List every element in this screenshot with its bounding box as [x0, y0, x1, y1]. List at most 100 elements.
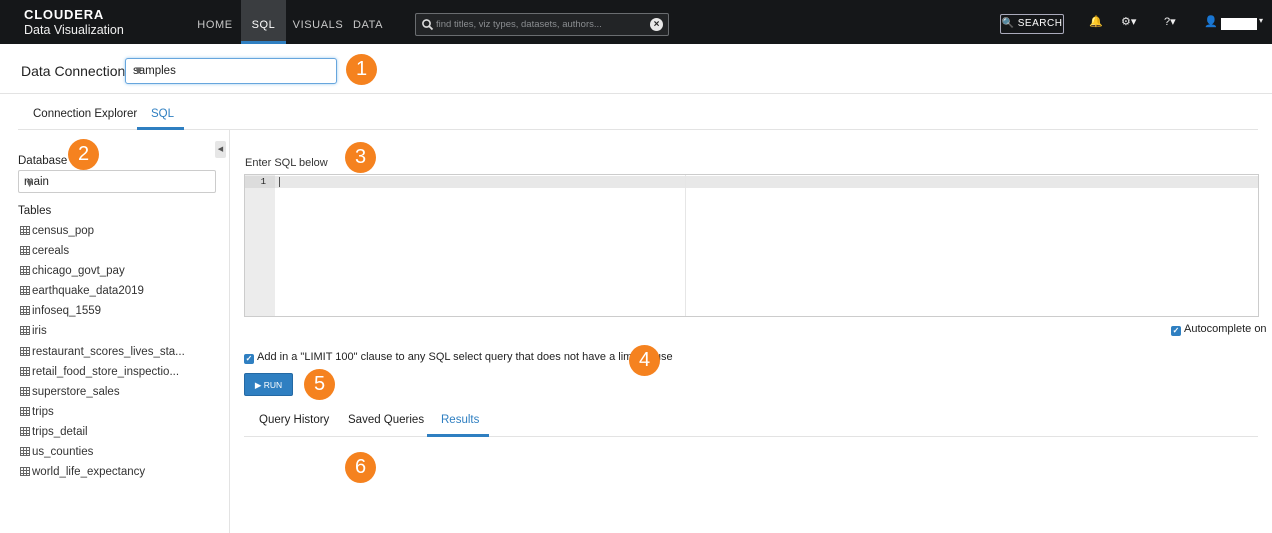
app-logo[interactable]: CLOUDERA Data Visualization	[24, 8, 124, 37]
help-menu-icon[interactable]: ?▾	[1164, 15, 1176, 28]
autocomplete-label: Autocomplete on	[1184, 323, 1267, 335]
brand-name: CLOUDERA	[24, 7, 105, 22]
tab-query-history[interactable]: Query History	[259, 414, 329, 426]
run-button-label: RUN	[263, 380, 283, 390]
table-item[interactable]: infoseq_1559	[20, 303, 185, 323]
table-item[interactable]: trips	[20, 404, 185, 424]
tables-label: Tables	[18, 205, 52, 217]
user-name-box[interactable]	[1221, 18, 1257, 30]
search-button-icon: 🔍	[1001, 18, 1015, 29]
database-label: Database	[18, 155, 68, 167]
user-avatar-icon[interactable]: 👤	[1204, 15, 1218, 28]
editor-active-line	[275, 176, 1258, 188]
callout-4: 4	[629, 345, 660, 376]
table-name: iris	[32, 325, 47, 338]
search-button-label: SEARCH	[1017, 18, 1063, 29]
tables-list: census_pop cereals chicago_govt_pay eart…	[20, 223, 185, 484]
active-tab-indicator	[137, 127, 184, 130]
table-name: retail_food_store_inspectio...	[32, 365, 180, 378]
sql-editor[interactable]: 1	[244, 174, 1259, 317]
table-item[interactable]: iris	[20, 323, 185, 343]
panel-divider	[229, 130, 230, 533]
table-item[interactable]: restaurant_scores_lives_sta...	[20, 344, 185, 364]
nav-sql[interactable]: SQL	[241, 0, 286, 44]
table-icon	[20, 266, 30, 276]
callout-3: 3	[345, 142, 376, 173]
callout-6: 6	[345, 452, 376, 483]
table-icon	[20, 326, 30, 336]
table-item[interactable]: cereals	[20, 243, 185, 263]
table-name: infoseq_1559	[32, 305, 102, 318]
user-menu-chevron-icon[interactable]: ▾	[1259, 16, 1263, 25]
bottom-tab-divider	[244, 436, 1258, 437]
active-bottom-tab-indicator	[427, 434, 489, 437]
table-icon	[20, 447, 30, 457]
search-button[interactable]: 🔍 SEARCH	[1000, 14, 1064, 34]
play-icon: ▶	[254, 380, 262, 390]
settings-gear-icon[interactable]: ⚙▾	[1121, 15, 1136, 28]
top-navbar: CLOUDERA Data Visualization HOME SQL VIS…	[0, 0, 1272, 44]
chevron-down-icon: ▼	[24, 178, 36, 190]
tab-connection-explorer[interactable]: Connection Explorer	[33, 108, 137, 120]
global-search-box: ×	[415, 13, 669, 36]
table-item[interactable]: chicago_govt_pay	[20, 263, 185, 283]
tab-sql[interactable]: SQL	[151, 108, 174, 120]
table-icon	[20, 467, 30, 477]
table-item[interactable]: trips_detail	[20, 424, 185, 444]
nav-home[interactable]: HOME	[193, 0, 237, 44]
nav-data[interactable]: DATA	[348, 0, 388, 44]
text-cursor	[279, 177, 280, 187]
table-icon	[20, 426, 30, 436]
table-item[interactable]: world_life_expectancy	[20, 464, 185, 484]
database-select[interactable]: main ▼	[18, 170, 216, 193]
table-name: trips_detail	[32, 425, 88, 438]
checkbox-checked-icon[interactable]: ✓	[1171, 326, 1181, 336]
checkbox-checked-icon[interactable]: ✓	[244, 354, 254, 364]
table-name: us_counties	[32, 446, 94, 459]
data-connection-select[interactable]: samples ▼	[125, 58, 337, 84]
callout-2: 2	[68, 139, 99, 170]
sql-editor-label: Enter SQL below	[245, 157, 328, 169]
table-icon	[20, 286, 30, 296]
chevron-down-icon: ▼	[133, 65, 145, 77]
table-icon	[20, 246, 30, 256]
table-item[interactable]: census_pop	[20, 223, 185, 243]
tab-results[interactable]: Results	[441, 414, 479, 426]
table-name: census_pop	[32, 225, 95, 237]
table-icon	[20, 386, 30, 396]
autocomplete-toggle[interactable]: ✓ Autocomplete on	[1171, 323, 1267, 336]
table-item[interactable]: superstore_sales	[20, 384, 185, 404]
table-name: trips	[32, 405, 54, 418]
data-connection-row: Data Connection samples ▼	[0, 44, 1272, 94]
limit-clause-label: Add in a "LIMIT 100" clause to any SQL s…	[257, 351, 673, 363]
clear-search-icon[interactable]: ×	[650, 18, 663, 31]
table-name: restaurant_scores_lives_sta...	[32, 345, 185, 358]
line-number: 1	[245, 176, 275, 188]
nav-visuals[interactable]: VISUALS	[292, 0, 344, 44]
data-connection-label: Data Connection	[21, 63, 126, 79]
notifications-bell-icon[interactable]: 🔔	[1089, 15, 1103, 28]
table-name: chicago_govt_pay	[32, 265, 125, 278]
table-item[interactable]: us_counties	[20, 444, 185, 464]
limit-clause-option[interactable]: ✓ Add in a "LIMIT 100" clause to any SQL …	[244, 351, 673, 364]
table-name: earthquake_data2019	[32, 285, 144, 298]
callout-5: 5	[304, 369, 335, 400]
search-icon	[422, 19, 434, 31]
table-icon	[20, 226, 30, 235]
table-item[interactable]: earthquake_data2019	[20, 283, 185, 303]
collapse-panel-icon[interactable]: ◀	[215, 141, 226, 158]
table-name: cereals	[32, 245, 70, 258]
table-item[interactable]: retail_food_store_inspectio...	[20, 364, 185, 384]
run-button[interactable]: ▶ RUN	[244, 373, 293, 396]
editor-gutter	[245, 175, 275, 316]
table-name: world_life_expectancy	[32, 466, 146, 479]
global-search-input[interactable]	[436, 16, 641, 33]
tab-saved-queries[interactable]: Saved Queries	[348, 414, 424, 426]
table-icon	[20, 366, 30, 376]
brand-subtitle: Data Visualization	[24, 23, 124, 37]
tab-divider	[18, 129, 1258, 130]
table-icon	[20, 346, 30, 356]
callout-1: 1	[346, 54, 377, 85]
table-icon	[20, 406, 30, 416]
print-margin	[685, 175, 686, 316]
